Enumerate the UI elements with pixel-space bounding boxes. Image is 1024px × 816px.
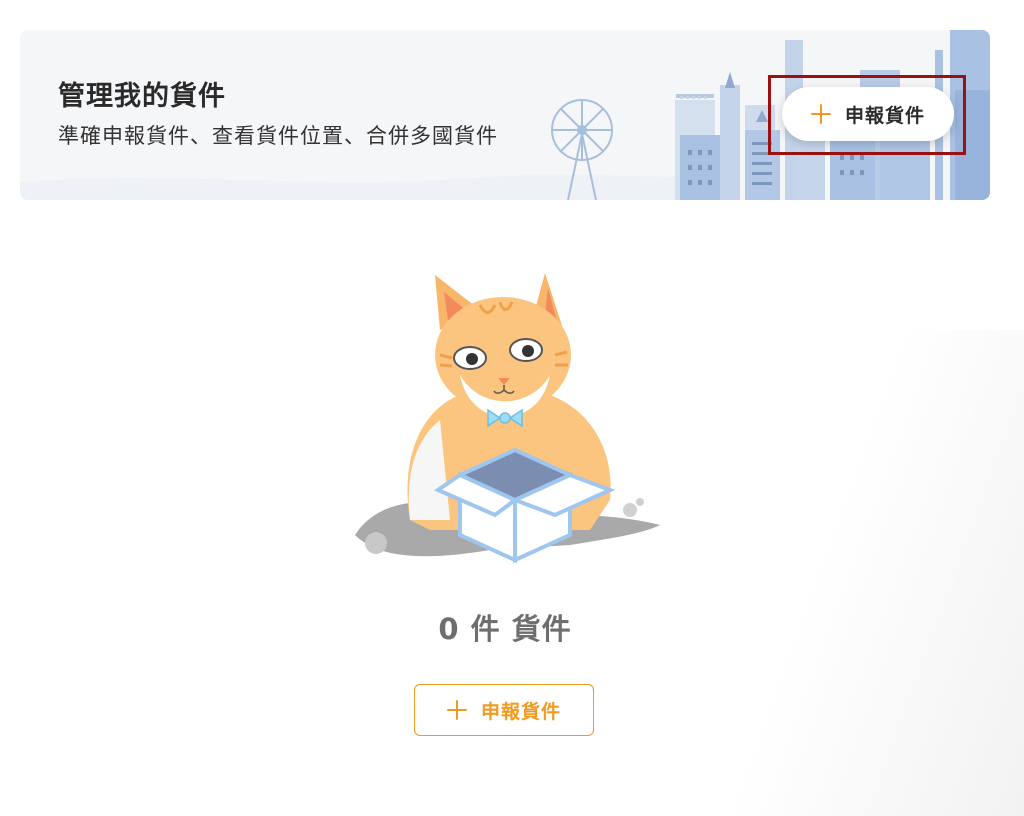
banner-title: 管理我的貨件 (58, 81, 226, 112)
banner-subtitle: 準確申報貨件、查看貨件位置、合併多國貨件 (58, 124, 498, 148)
shipment-count: 0 件 貨件 (438, 612, 572, 646)
plus-icon (446, 700, 467, 720)
declare-shipment-button[interactable]: 申報貨件 (782, 87, 954, 141)
plus-icon (810, 104, 831, 124)
cat-in-box-illustration (355, 273, 660, 564)
page-background-shade (700, 330, 1024, 816)
declare-shipment-empty-label: 申報貨件 (480, 700, 561, 723)
declare-shipment-empty-button[interactable]: 申報貨件 (414, 684, 594, 736)
declare-shipment-label: 申報貨件 (844, 104, 925, 127)
